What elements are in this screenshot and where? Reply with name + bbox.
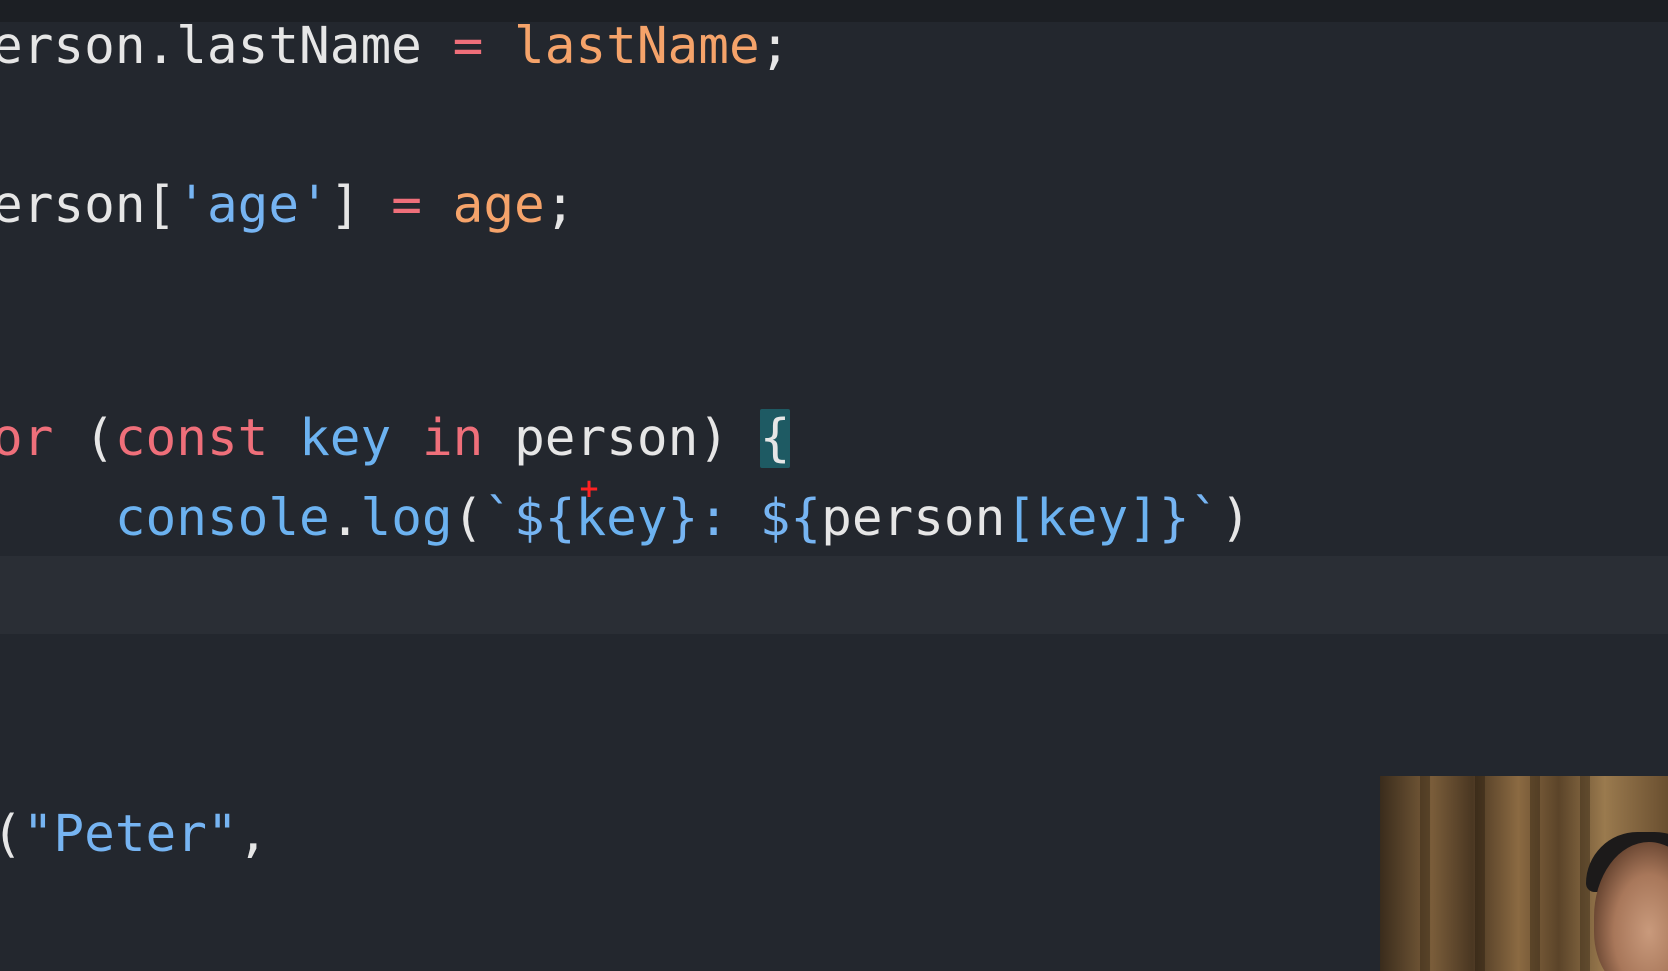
code-token: or — [0, 409, 54, 468]
code-line-fragment[interactable]: , — [0, 876, 9, 948]
code-token: ] — [329, 176, 361, 235]
code-token: { — [759, 409, 791, 468]
code-token: const — [114, 409, 269, 468]
mouse-cursor-crosshair-icon: + — [578, 474, 600, 504]
code-token: ; — [544, 176, 576, 235]
code-token: [key] — [1005, 489, 1159, 548]
code-line-lastname[interactable]: erson.lastName = lastName; — [0, 11, 790, 83]
code-token: age — [452, 176, 545, 235]
code-token: ( — [53, 409, 115, 468]
code-token: ( — [0, 805, 23, 864]
code-token: in — [421, 409, 484, 468]
code-token: lastName — [514, 17, 760, 76]
code-token: = — [391, 176, 422, 235]
code-token: , — [0, 882, 9, 941]
code-token: ) — [698, 409, 760, 468]
code-token: log — [360, 489, 453, 548]
current-line-highlight — [0, 556, 1668, 634]
code-token: "Peter" — [22, 805, 238, 864]
webcam-overlay — [1380, 776, 1668, 971]
code-token: ; — [759, 17, 791, 76]
code-token: }` — [1158, 489, 1221, 548]
code-token: 'age' — [176, 176, 330, 235]
code-token: . — [329, 489, 361, 548]
code-token: = — [452, 17, 484, 76]
code-editor[interactable]: erson.lastName = lastName; erson['age'] … — [0, 0, 1668, 971]
code-token: erson[ — [0, 176, 177, 235]
code-line-for[interactable]: or (const key in person) { — [0, 403, 791, 475]
code-token: person — [514, 409, 699, 468]
code-token: `${ — [483, 489, 576, 548]
code-line-console[interactable]: console.log(`${key}: ${person[key]}`) — [0, 483, 1251, 555]
code-token: ) — [1220, 489, 1252, 548]
code-token: , — [237, 805, 269, 864]
code-line-age[interactable]: erson['age'] = age; — [0, 170, 575, 242]
code-line-peter[interactable]: ("Peter", — [0, 799, 268, 871]
code-token: key — [299, 409, 392, 468]
code-token: }: ${ — [667, 489, 822, 548]
code-token: erson.lastName — [0, 17, 422, 76]
code-token: console — [114, 489, 330, 548]
code-token: ( — [452, 489, 484, 548]
code-token: person — [821, 489, 1006, 548]
